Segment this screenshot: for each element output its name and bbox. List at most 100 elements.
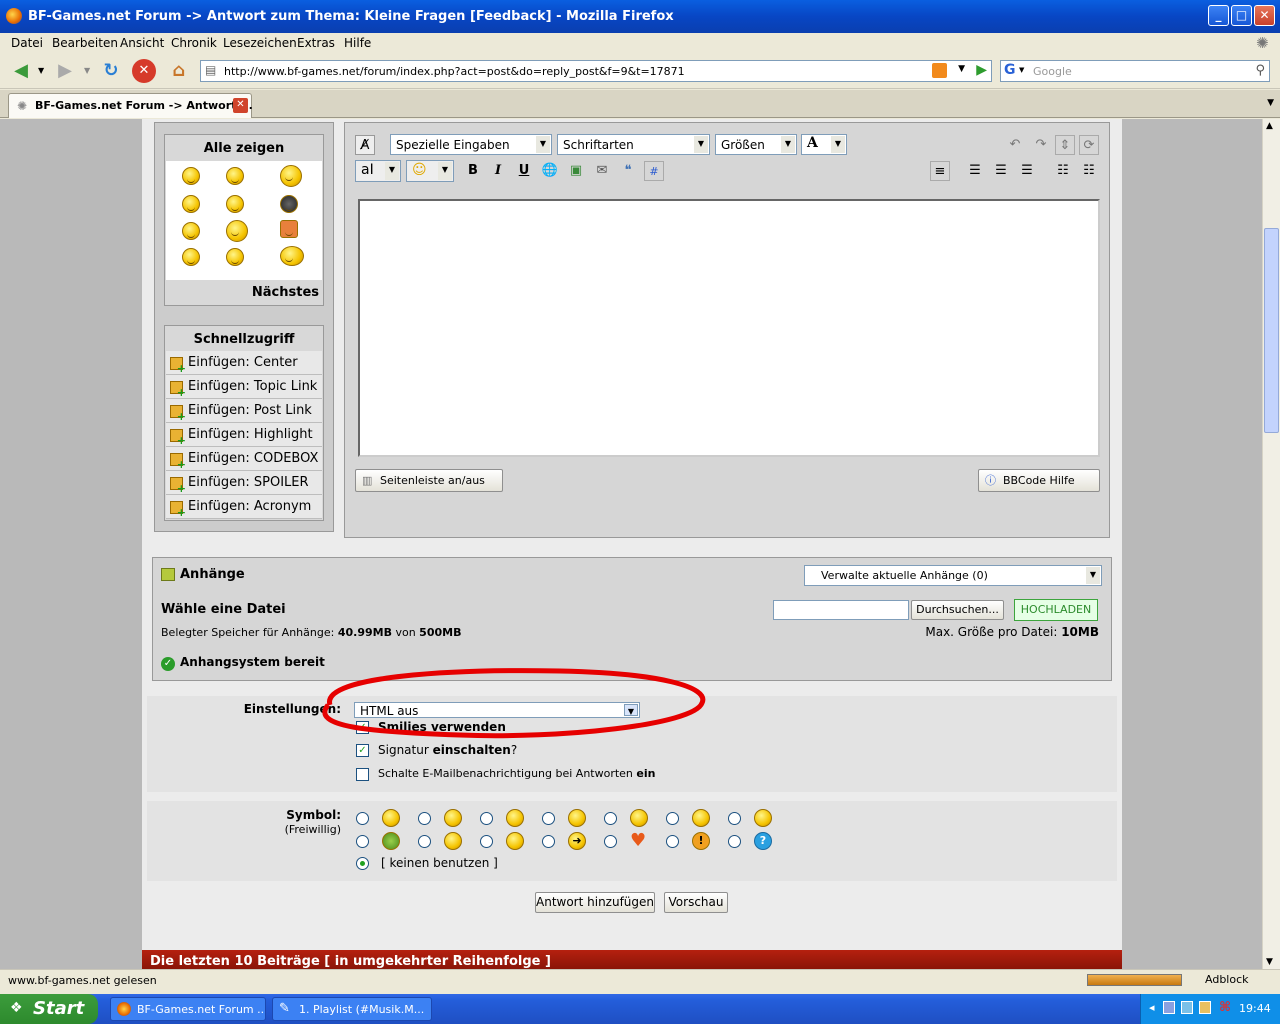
symbol-radio-6[interactable] (666, 812, 679, 825)
rss-feed-icon[interactable] (932, 63, 947, 78)
special-input-select[interactable]: Spezielle Eingaben ▼ (390, 134, 552, 155)
quick-insert-codebox[interactable]: Einfügen: CODEBOX (166, 447, 322, 471)
quote-icon[interactable]: ❝ (618, 161, 638, 181)
smiley-thumbsup-icon[interactable] (280, 246, 304, 266)
unordered-list-icon[interactable]: ☷ (1079, 161, 1099, 181)
symbol-radio-none[interactable] (356, 857, 369, 870)
symbol-radio-1[interactable] (356, 812, 369, 825)
scrollbar-thumb[interactable] (1264, 228, 1279, 433)
url-bar[interactable]: ▤ http://www.bf-games.net/forum/index.ph… (200, 60, 992, 82)
italic-icon[interactable]: I (488, 161, 508, 181)
smilies-next[interactable]: Nächstes (252, 285, 319, 300)
switch-mode-icon[interactable]: ⟳ (1079, 135, 1099, 155)
bold-icon[interactable]: B (463, 161, 483, 181)
quick-insert-spoiler[interactable]: Einfügen: SPOILER (166, 471, 322, 495)
smiley-angry-icon[interactable] (182, 222, 200, 240)
start-button[interactable]: ❖ Start (0, 994, 98, 1024)
manage-attachments-select[interactable]: Verwalte aktuelle Anhänge (0) ▼ (804, 565, 1102, 586)
menu-ansicht[interactable]: Ansicht (120, 36, 164, 50)
font-style-select[interactable]: aI ▼ (355, 160, 401, 182)
back-arrow-icon[interactable]: ◀ (8, 58, 34, 84)
tab-forum[interactable]: ✺ BF-Games.net Forum -> Antwort ... ✕ (8, 93, 253, 118)
symbol-radio-12[interactable] (604, 835, 617, 848)
url-dropdown-icon[interactable]: ▼ (958, 64, 965, 74)
tab-close-icon[interactable]: ✕ (233, 98, 248, 113)
symbol-radio-7[interactable] (728, 812, 741, 825)
close-window-button[interactable]: ✕ (1254, 5, 1275, 26)
quick-insert-center[interactable]: Einfügen: Center (166, 351, 322, 375)
maximize-button[interactable]: □ (1231, 5, 1252, 26)
smiley-happy-icon[interactable] (226, 167, 244, 185)
ordered-list-icon[interactable]: ☷ (1053, 161, 1073, 181)
smiley-tongue-icon[interactable] (226, 195, 244, 213)
align-right-icon[interactable]: ☰ (1017, 161, 1037, 181)
size-select[interactable]: Größen ▼ (715, 134, 797, 155)
smiley-shout-icon[interactable] (280, 165, 302, 187)
back-dropdown-icon[interactable]: ▼ (38, 66, 44, 75)
email-icon[interactable]: ✉ (592, 161, 612, 181)
smiley-box-icon[interactable] (280, 220, 298, 238)
tray-expand-icon[interactable]: ◂ (1149, 1001, 1155, 1014)
smilies-show-all[interactable]: Alle zeigen (165, 141, 323, 156)
redo-icon[interactable]: ↷ (1031, 135, 1051, 155)
signature-checkbox[interactable]: ✓ (356, 744, 369, 757)
quick-insert-post-link[interactable]: Einfügen: Post Link (166, 399, 322, 423)
browse-button[interactable]: Durchsuchen... (911, 600, 1004, 620)
menu-hilfe[interactable]: Hilfe (344, 36, 371, 50)
align-center-icon[interactable]: ☰ (991, 161, 1011, 181)
taskbar-item-firefox[interactable]: BF-Games.net Forum ... (110, 997, 266, 1021)
file-input[interactable] (773, 600, 909, 620)
smiley-sad-icon[interactable] (182, 195, 200, 213)
symbol-radio-13[interactable] (666, 835, 679, 848)
go-icon[interactable]: ▶ (976, 62, 987, 78)
quick-insert-topic-link[interactable]: Einfügen: Topic Link (166, 375, 322, 399)
symbol-radio-8[interactable] (356, 835, 369, 848)
adblock-button[interactable]: Adblock (1205, 973, 1249, 986)
upload-button[interactable]: HOCHLADEN (1014, 599, 1098, 621)
outdent-icon[interactable]: ≡ (930, 161, 950, 181)
menu-bearbeiten[interactable]: Bearbeiten (52, 36, 118, 50)
undo-icon[interactable]: ↶ (1005, 135, 1025, 155)
underline-icon[interactable]: U (514, 161, 534, 181)
symbol-radio-4[interactable] (542, 812, 555, 825)
smiley-ninja-icon[interactable] (280, 195, 298, 213)
submit-reply-button[interactable]: Antwort hinzufügen (535, 892, 655, 913)
tray-app-icon[interactable] (1163, 1001, 1175, 1014)
quick-insert-highlight[interactable]: Einfügen: Highlight (166, 423, 322, 447)
search-icon[interactable]: ⚲ (1255, 63, 1265, 78)
menu-chronik[interactable]: Chronik (171, 36, 217, 50)
minimize-button[interactable]: _ (1208, 5, 1229, 26)
email-notify-checkbox[interactable] (356, 768, 369, 781)
tab-list-icon[interactable]: ▼ (1267, 98, 1274, 108)
tray-tool-icon[interactable] (1199, 1001, 1211, 1014)
scroll-down-icon[interactable]: ▼ (1266, 957, 1273, 967)
code-icon[interactable]: # (644, 161, 664, 181)
quick-insert-acronym[interactable]: Einfügen: Acronym (166, 495, 322, 519)
search-box[interactable]: G ▼ Google ⚲ (1000, 60, 1270, 82)
symbol-radio-5[interactable] (604, 812, 617, 825)
smiley-eyes-icon[interactable] (182, 248, 200, 266)
symbol-radio-11[interactable] (542, 835, 555, 848)
smiley-skull-icon[interactable] (226, 220, 248, 242)
smiley-whistle-icon[interactable] (226, 248, 244, 266)
resize-icon[interactable]: ⇕ (1055, 135, 1075, 155)
message-textarea[interactable] (358, 199, 1100, 457)
link-icon[interactable]: 🌐 (540, 161, 560, 181)
emoticon-select[interactable]: ☺ ▼ (406, 160, 454, 182)
font-select[interactable]: Schriftarten ▼ (557, 134, 710, 155)
taskbar-item-playlist[interactable]: ✎ 1. Playlist (#Musik.M... (272, 997, 432, 1021)
stop-icon[interactable]: ✕ (132, 59, 156, 83)
font-color-select[interactable]: A ▼ (801, 134, 847, 155)
menu-extras[interactable]: Extras (297, 36, 335, 50)
menu-datei[interactable]: Datei (11, 36, 43, 50)
sidebar-toggle-button[interactable]: ▥ Seitenleiste an/aus (355, 469, 503, 492)
search-engine-dropdown-icon[interactable]: ▼ (1019, 66, 1024, 74)
forward-arrow-icon[interactable]: ▶ (52, 58, 78, 84)
image-icon[interactable]: ▣ (566, 161, 586, 181)
reload-icon[interactable]: ↻ (98, 58, 124, 84)
home-icon[interactable]: ⌂ (166, 58, 192, 84)
menu-lesezeichen[interactable]: Lesezeichen (223, 36, 297, 50)
smiley-wave-icon[interactable] (182, 167, 200, 185)
network-icon[interactable] (1181, 1001, 1193, 1014)
google-icon[interactable]: G (1004, 62, 1016, 78)
